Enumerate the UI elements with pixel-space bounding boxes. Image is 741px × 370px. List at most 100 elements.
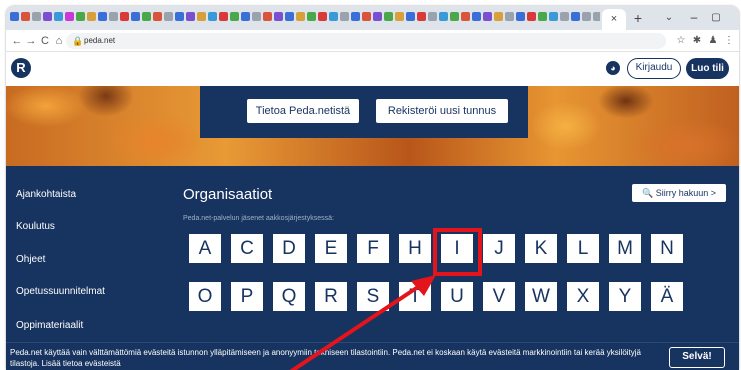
letter-h-link[interactable]: H: [399, 234, 431, 263]
bookmark-star-icon[interactable]: ☆: [674, 33, 688, 49]
extensions-icon[interactable]: ✱: [690, 33, 704, 49]
tab-favicon-icon[interactable]: [373, 12, 382, 21]
tab-favicon-icon[interactable]: [76, 12, 85, 21]
tab-favicon-icon[interactable]: [263, 12, 272, 21]
tab-favicon-icon[interactable]: [241, 12, 250, 21]
tab-favicon-icon[interactable]: [340, 12, 349, 21]
maximize-icon[interactable]: ▢: [708, 10, 724, 26]
letter-l-link[interactable]: L: [567, 234, 599, 263]
letter-c-link[interactable]: C: [231, 234, 263, 263]
browser-menu-icon[interactable]: ⋮: [722, 33, 736, 49]
tab-favicon-icon[interactable]: [560, 12, 569, 21]
tab-favicon-icon[interactable]: [461, 12, 470, 21]
tab-favicon-icon[interactable]: [21, 12, 30, 21]
tab-favicon-icon[interactable]: [384, 12, 393, 21]
cookie-accept-button[interactable]: Selvä!: [669, 347, 725, 368]
tab-favicon-icon[interactable]: [307, 12, 316, 21]
tab-favicon-icon[interactable]: [131, 12, 140, 21]
new-tab-button[interactable]: +: [630, 10, 646, 26]
letter-k-link[interactable]: K: [525, 234, 557, 263]
tab-favicon-icon[interactable]: [120, 12, 129, 21]
close-tab-icon[interactable]: ×: [611, 13, 617, 25]
tab-favicon-icon[interactable]: [428, 12, 437, 21]
sidebar-item-ajankohtaista[interactable]: Ajankohtaista: [16, 189, 76, 201]
tab-favicon-icon[interactable]: [32, 12, 41, 21]
tab-favicon-icon[interactable]: [109, 12, 118, 21]
tab-favicon-icon[interactable]: [274, 12, 283, 21]
letter-e-link[interactable]: E: [315, 234, 347, 263]
tab-favicon-icon[interactable]: [329, 12, 338, 21]
tab-favicon-icon[interactable]: [472, 12, 481, 21]
tab-favicon-icon[interactable]: [142, 12, 151, 21]
tab-favicon-icon[interactable]: [186, 12, 195, 21]
tab-favicon-icon[interactable]: [43, 12, 52, 21]
tab-favicon-icon[interactable]: [549, 12, 558, 21]
tab-favicon-icon[interactable]: [285, 12, 294, 21]
letter-r-link[interactable]: R: [315, 282, 347, 311]
language-globe-icon[interactable]: ◕: [606, 61, 620, 75]
tab-favicon-icon[interactable]: [65, 12, 74, 21]
tab-favicon-icon[interactable]: [571, 12, 580, 21]
letter-j-link[interactable]: J: [483, 234, 515, 263]
tab-favicon-icon[interactable]: [406, 12, 415, 21]
tab-favicon-icon[interactable]: [98, 12, 107, 21]
letter-y-link[interactable]: Y: [609, 282, 641, 311]
letter-s-link[interactable]: S: [357, 282, 389, 311]
tab-favicon-icon[interactable]: [296, 12, 305, 21]
tab-search-icon[interactable]: ⌄: [662, 10, 676, 26]
letter-o-link[interactable]: O: [189, 282, 221, 311]
tab-favicon-icon[interactable]: [538, 12, 547, 21]
letter-v-link[interactable]: V: [483, 282, 515, 311]
forward-icon[interactable]: →: [24, 33, 38, 49]
tab-favicon-icon[interactable]: [164, 12, 173, 21]
tab-favicon-icon[interactable]: [527, 12, 536, 21]
sidebar-item-opetussuunnitelmat[interactable]: Opetussuunnitelmat: [16, 286, 105, 298]
tab-favicon-icon[interactable]: [516, 12, 525, 21]
tab-favicon-icon[interactable]: [395, 12, 404, 21]
tab-favicon-icon[interactable]: [351, 12, 360, 21]
tab-favicon-icon[interactable]: [582, 12, 591, 21]
letter-m-link[interactable]: M: [609, 234, 641, 263]
signup-button[interactable]: Luo tili: [686, 58, 729, 79]
tab-favicon-icon[interactable]: [362, 12, 371, 21]
active-tab[interactable]: ×: [602, 9, 626, 30]
letter-w-link[interactable]: W: [525, 282, 557, 311]
minimize-icon[interactable]: –: [686, 10, 702, 26]
letter-n-link[interactable]: N: [651, 234, 683, 263]
sidebar-item-oppimateriaalit[interactable]: Oppimateriaalit: [16, 320, 83, 332]
letter-q-link[interactable]: Q: [273, 282, 305, 311]
letter-u-link[interactable]: U: [441, 282, 473, 311]
letter-a-link[interactable]: A: [189, 234, 221, 263]
back-icon[interactable]: ←: [10, 33, 24, 49]
home-icon[interactable]: ⌂: [52, 33, 66, 49]
tab-favicon-icon[interactable]: [483, 12, 492, 21]
tab-favicon-icon[interactable]: [593, 12, 600, 21]
tab-favicon-icon[interactable]: [197, 12, 206, 21]
tab-favicon-icon[interactable]: [153, 12, 162, 21]
tab-favicon-icon[interactable]: [230, 12, 239, 21]
tab-favicon-icon[interactable]: [494, 12, 503, 21]
tab-favicon-icon[interactable]: [175, 12, 184, 21]
tab-favicon-icon[interactable]: [10, 12, 19, 21]
lock-icon[interactable]: 🔒: [72, 34, 83, 48]
tab-favicon-icon[interactable]: [505, 12, 514, 21]
tab-favicon-icon[interactable]: [219, 12, 228, 21]
letter-ä-link[interactable]: Ä: [651, 282, 683, 311]
letter-f-link[interactable]: F: [357, 234, 389, 263]
letter-p-link[interactable]: P: [231, 282, 263, 311]
jump-to-search-button[interactable]: 🔍 Siirry hakuun >: [632, 184, 726, 202]
sidebar-item-koulutus[interactable]: Koulutus: [16, 221, 55, 233]
register-button[interactable]: Rekisteröi uusi tunnus: [376, 99, 508, 123]
tab-favicon-icon[interactable]: [417, 12, 426, 21]
sidebar-item-ohjeet[interactable]: Ohjeet: [16, 254, 45, 266]
tab-favicon-icon[interactable]: [318, 12, 327, 21]
letter-t-link[interactable]: T: [399, 282, 431, 311]
about-peda-button[interactable]: Tietoa Peda.netistä: [247, 99, 359, 123]
letter-x-link[interactable]: X: [567, 282, 599, 311]
tab-favicon-icon[interactable]: [252, 12, 261, 21]
tab-favicon-icon[interactable]: [450, 12, 459, 21]
tab-favicon-icon[interactable]: [54, 12, 63, 21]
tab-favicon-icon[interactable]: [208, 12, 217, 21]
reload-icon[interactable]: C: [38, 33, 52, 49]
address-bar[interactable]: 🔒 peda.net: [66, 33, 666, 49]
